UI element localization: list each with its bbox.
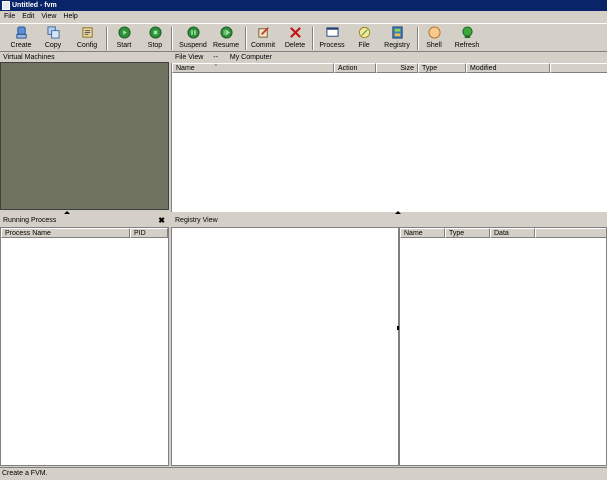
stop-icon (148, 26, 162, 39)
toolbar-separator (312, 27, 314, 50)
process-col-name[interactable]: Process Name (1, 228, 130, 238)
menu-bar: File Edit View Help (0, 11, 607, 23)
file-button[interactable]: File (353, 25, 375, 52)
process-col-pid[interactable]: PID (130, 228, 168, 238)
app-window: Untitled - fvm File Edit View Help Create C… (0, 0, 607, 480)
registry-col-filler (535, 228, 606, 238)
status-bar: Create a FVM. (0, 467, 607, 480)
splitter-up-arrow[interactable] (64, 211, 70, 214)
create-button[interactable]: Create (8, 25, 34, 52)
menu-help[interactable]: Help (59, 11, 80, 23)
menu-view[interactable]: View (37, 11, 59, 23)
window-title: Untitled - fvm (12, 2, 57, 9)
refresh-icon (461, 26, 473, 39)
config-button[interactable]: Config (73, 25, 101, 52)
registry-view-title: Registry View (175, 217, 218, 224)
close-icon[interactable]: ✖ (158, 216, 165, 225)
file-col-modified[interactable]: Modified (466, 63, 550, 73)
resume-icon (219, 26, 233, 39)
refresh-button[interactable]: Refresh (452, 25, 482, 52)
toolbar-separator (245, 27, 247, 50)
toolbar-separator (417, 27, 419, 50)
registry-col-data[interactable]: Data (490, 228, 535, 238)
copy-button[interactable]: Copy (40, 25, 66, 52)
process-panel-header: Running Process ✖ (0, 216, 169, 225)
splitter-up-arrow[interactable] (395, 211, 401, 214)
delete-button[interactable]: Delete (283, 25, 307, 52)
file-col-size[interactable]: Size (376, 63, 418, 73)
toolbar-separator (106, 27, 108, 50)
registry-icon (391, 26, 403, 39)
registry-view-header: Registry View (172, 216, 607, 225)
registry-col-type[interactable]: Type (445, 228, 490, 238)
delete-icon (289, 27, 301, 38)
file-col-action[interactable]: Action (334, 63, 376, 73)
registry-values[interactable]: Name Type Data (399, 227, 607, 466)
status-text: Create a FVM. (2, 470, 48, 477)
process-list[interactable]: Process Name PID (0, 227, 169, 466)
file-col-type[interactable]: Type (418, 63, 466, 73)
file-list[interactable]: Name ˆ Action Size Type Modified (171, 63, 607, 212)
start-icon (117, 26, 131, 39)
vm-panel-header: Virtual Machines (0, 53, 169, 62)
commit-button[interactable]: Commit (250, 25, 276, 52)
suspend-button[interactable]: Suspend (178, 25, 208, 52)
shell-icon (427, 26, 441, 39)
file-view-separator: -- (213, 54, 218, 61)
menu-edit[interactable]: Edit (18, 11, 37, 23)
file-icon (358, 26, 370, 39)
vm-panel-title: Virtual Machines (3, 54, 55, 61)
registry-button[interactable]: Registry (382, 25, 412, 52)
config-icon (81, 27, 93, 38)
file-view-title: File View (175, 54, 204, 61)
commit-icon (257, 27, 269, 38)
create-icon (15, 26, 27, 39)
registry-col-name[interactable]: Name (400, 228, 445, 238)
vm-list[interactable] (0, 62, 169, 210)
start-button[interactable]: Start (112, 25, 136, 52)
file-col-name[interactable]: Name ˆ (172, 63, 334, 73)
menu-file[interactable]: File (0, 11, 18, 23)
app-icon (2, 1, 10, 10)
file-view-header: File View -- My Computer (172, 53, 607, 62)
file-view-location[interactable]: My Computer (230, 54, 272, 61)
process-icon (325, 27, 339, 37)
process-panel-title: Running Process (3, 217, 57, 224)
process-button[interactable]: Process (318, 25, 346, 52)
stop-button[interactable]: Stop (143, 25, 167, 52)
shell-button[interactable]: Shell (423, 25, 445, 52)
resume-button[interactable]: Resume (211, 25, 241, 52)
file-col-filler (550, 63, 607, 73)
toolbar: Create Copy Config Start Stop Suspend Re… (0, 23, 607, 52)
suspend-icon (186, 26, 200, 39)
toolbar-separator (171, 27, 173, 50)
copy-icon (46, 26, 60, 39)
title-bar[interactable]: Untitled - fvm (0, 0, 607, 11)
registry-tree[interactable] (171, 227, 399, 466)
